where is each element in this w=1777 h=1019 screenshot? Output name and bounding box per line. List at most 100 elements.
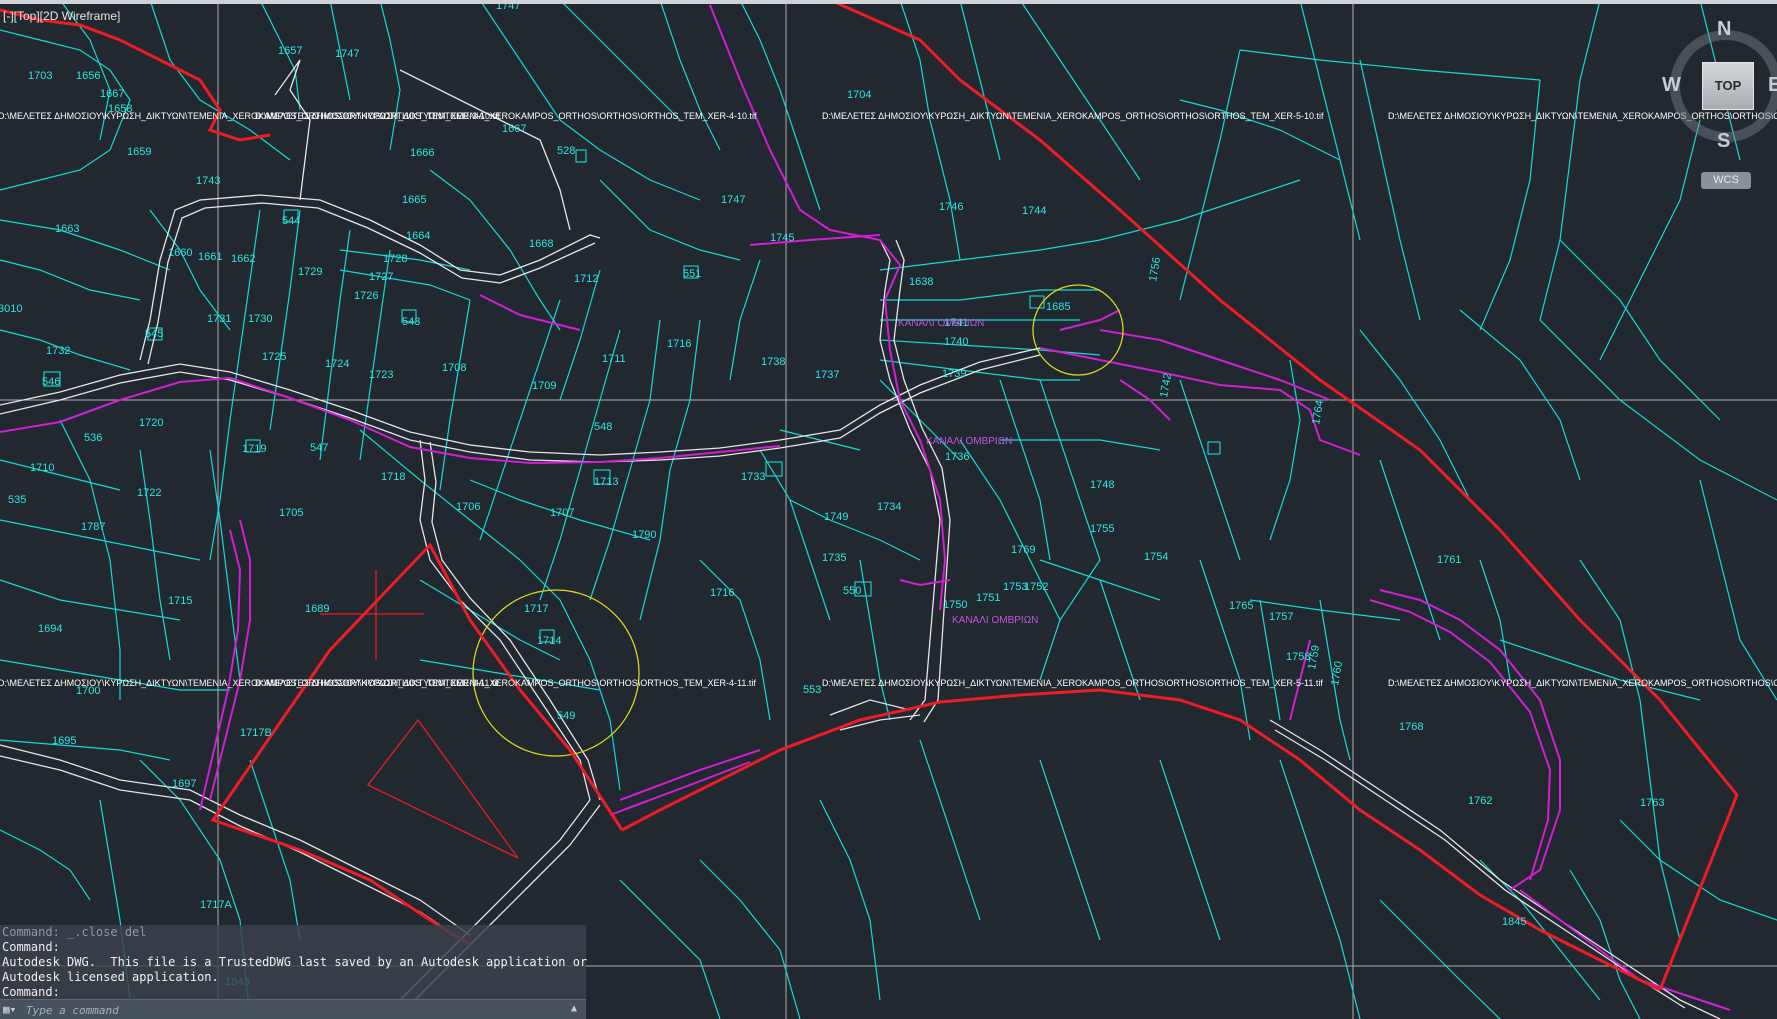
parcel-number-label: 1737: [815, 369, 839, 381]
parcel-number-label: 1768: [1399, 721, 1423, 733]
ucs-menu-button[interactable]: WCS: [1701, 172, 1751, 189]
parcel-number-label: 1753: [1003, 581, 1027, 593]
parcel-number-label: 1710: [30, 462, 54, 474]
parcel-number-label: 1742: [1158, 372, 1174, 398]
parcel-number-label: 549: [557, 710, 575, 722]
parcel-number-label: 536: [84, 432, 102, 444]
compass-north[interactable]: N: [1717, 18, 1731, 41]
parcel-number-label: 1729: [298, 266, 322, 278]
parcel-number-label: 1712: [574, 273, 598, 285]
parcel-number-label: 1716: [667, 338, 691, 350]
canal-lines: [0, 4, 1731, 1011]
command-history-line: Command:: [2, 985, 60, 999]
parcel-number-label: 1761: [1437, 554, 1461, 566]
command-settings-icon[interactable]: ▦▾: [3, 1003, 19, 1016]
parcel-number-label: 1740: [944, 336, 968, 348]
parcel-number-label: 1744: [1022, 205, 1046, 217]
compass-east[interactable]: E: [1768, 74, 1777, 97]
parcel-number-label: 546: [42, 376, 60, 388]
parcel-number-label: 1745: [770, 232, 794, 244]
parcel-number-label: 3010: [0, 303, 22, 315]
parcel-number-label: 1746: [939, 201, 963, 213]
parcel-number-label: 1734: [877, 501, 901, 513]
parcel-number-label: 1733: [741, 471, 765, 483]
parcel-number-label: 547: [310, 442, 328, 454]
parcel-number-label: 1723: [369, 369, 393, 381]
parcel-number-label: 1689: [305, 603, 329, 615]
raster-filename-label: D:\ΜΕΛΕΤΕΣ ΔΗΜΟΣΙΟΥ\ΚΥΡΩΣΗ_ΔΙΚΤΥΩΝ\ΤΕΜΕΝ…: [255, 111, 757, 121]
compass-south[interactable]: S: [1717, 130, 1730, 153]
parcel-number-label: 1662: [231, 253, 255, 265]
parcel-number-label: 1658: [108, 103, 132, 115]
parcel-number-label: 1730: [248, 313, 272, 325]
parcel-number-label: 1700: [76, 685, 100, 697]
parcel-number-label: 1790: [632, 529, 656, 541]
parcel-number-label: 1739: [942, 368, 966, 380]
parcel-number-label: 1735: [822, 552, 846, 564]
parcel-number-label: 1663: [55, 223, 79, 235]
parcel-number-label: 1743: [196, 175, 220, 187]
model-viewport[interactable]: D:\ΜΕΛΕΤΕΣ ΔΗΜΟΣΙΟΥ\ΚΥΡΩΣΗ_ΔΙΚΤΥΩΝ\ΤΕΜΕΝ…: [0, 0, 1777, 1019]
parcel-number-label: 1695: [52, 735, 76, 747]
command-history-line: Command: _.close del: [2, 925, 147, 939]
viewport-controls-label[interactable]: [-][Top][2D Wireframe]: [0, 8, 123, 24]
parcel-number-label: 535: [8, 494, 26, 506]
parcel-number-label: 1694: [38, 623, 62, 635]
command-input-bar[interactable]: ▦▾ ▲: [0, 999, 586, 1019]
parcel-number-label: 1754: [1144, 551, 1168, 563]
drawing-canvas[interactable]: D:\ΜΕΛΕΤΕΣ ΔΗΜΟΣΙΟΥ\ΚΥΡΩΣΗ_ΔΙΚΤΥΩΝ\ΤΕΜΕΝ…: [0, 0, 1777, 1019]
parcel-number-label: 551: [683, 268, 701, 280]
parcel-number-label: 1736: [945, 451, 969, 463]
parcel-number-label: 1760: [1329, 660, 1345, 686]
viewcube[interactable]: N S W E TOP WCS: [1662, 18, 1777, 189]
viewcube-top-face[interactable]: TOP: [1702, 62, 1754, 110]
parcel-number-label: 1845: [1502, 916, 1526, 928]
raster-filename-label: D:\ΜΕΛΕΤΕΣ ΔΗΜΟΣΙΟΥ\ΚΥΡΩΣΗ_ΔΙΚΤΥΩΝ\ΤΕΜΕΝ…: [255, 678, 756, 688]
canal-labels: ΚΑΝΑΛΙ ΟΜΒΡΙΩΝ ΚΑΝΑΛΙ ΟΜΒΡΙΩΝ ΚΑΝΑΛΙ ΟΜΒΡΙ…: [898, 318, 1038, 626]
parcel-number-label: 1750: [943, 599, 967, 611]
parcel-number-label: 1685: [1046, 301, 1070, 313]
parcel-number-label: 1718: [381, 471, 405, 483]
parcel-number-label: 1659: [127, 146, 151, 158]
command-history-arrow-icon[interactable]: ▲: [571, 1003, 577, 1014]
command-history-line: Command:: [2, 940, 60, 954]
parcel-number-label: 1747: [721, 194, 745, 206]
parcel-number-label: 1732: [46, 345, 70, 357]
parcel-number-label: 1756: [1147, 256, 1163, 282]
viewport-top-border: [0, 0, 1777, 4]
parcel-number-label: 1747: [335, 48, 359, 60]
parcel-number-label: 1703: [28, 70, 52, 82]
parcel-number-label: 1752: [1024, 581, 1048, 593]
canal-label: ΚΑΝΑΛΙ ΟΜΒΡΙΩΝ: [952, 615, 1038, 626]
parcel-number-label: 1657: [278, 45, 302, 57]
parcel-number-label: 1668: [529, 238, 553, 250]
parcel-number-label: 553: [803, 684, 821, 696]
parcel-number-label: 1708: [442, 362, 466, 374]
parcel-number-label: 1706: [456, 501, 480, 513]
parcel-number-label: 1731: [207, 313, 231, 325]
parcel-number-label: 1748: [1090, 479, 1114, 491]
parcel-number-label: 528: [557, 145, 575, 157]
parcel-number-label: 1763: [1640, 797, 1664, 809]
parcel-number-label: 543: [402, 316, 420, 328]
parcel-number-label: 1726: [354, 290, 378, 302]
project-boundary: [0, 0, 1739, 992]
parcel-number-label: 1664: [406, 230, 430, 242]
compass-west[interactable]: W: [1662, 74, 1681, 97]
parcel-number-label: 1697: [172, 778, 196, 790]
parcel-number-label: 1661: [198, 251, 222, 263]
parcel-number-label: 1638: [909, 276, 933, 288]
parcel-number-label: 1717A: [200, 899, 232, 911]
parcel-number-label: 1769: [1011, 544, 1035, 556]
building-outlines: [43, 149, 1221, 643]
parcel-number-label: 1660: [168, 247, 192, 259]
parcel-number-label: 1667: [100, 88, 124, 100]
parcel-number-label: 1717B: [240, 727, 272, 739]
raster-filename-label: D:\ΜΕΛΕΤΕΣ ΔΗΜΟΣΙΟΥ\ΚΥΡΩΣΗ_ΔΙΚΤΥΩΝ\ΤΕΜΕΝ…: [822, 678, 1323, 688]
parcel-number-label: 1714: [537, 635, 561, 647]
parcel-number-label: 1713: [594, 476, 618, 488]
command-line-panel[interactable]: Command: _.close del Command: Autodesk D…: [0, 925, 587, 1019]
parcel-number-label: 1722: [137, 487, 161, 499]
command-input[interactable]: [24, 1002, 568, 1019]
parcel-number-label: 1720: [139, 417, 163, 429]
